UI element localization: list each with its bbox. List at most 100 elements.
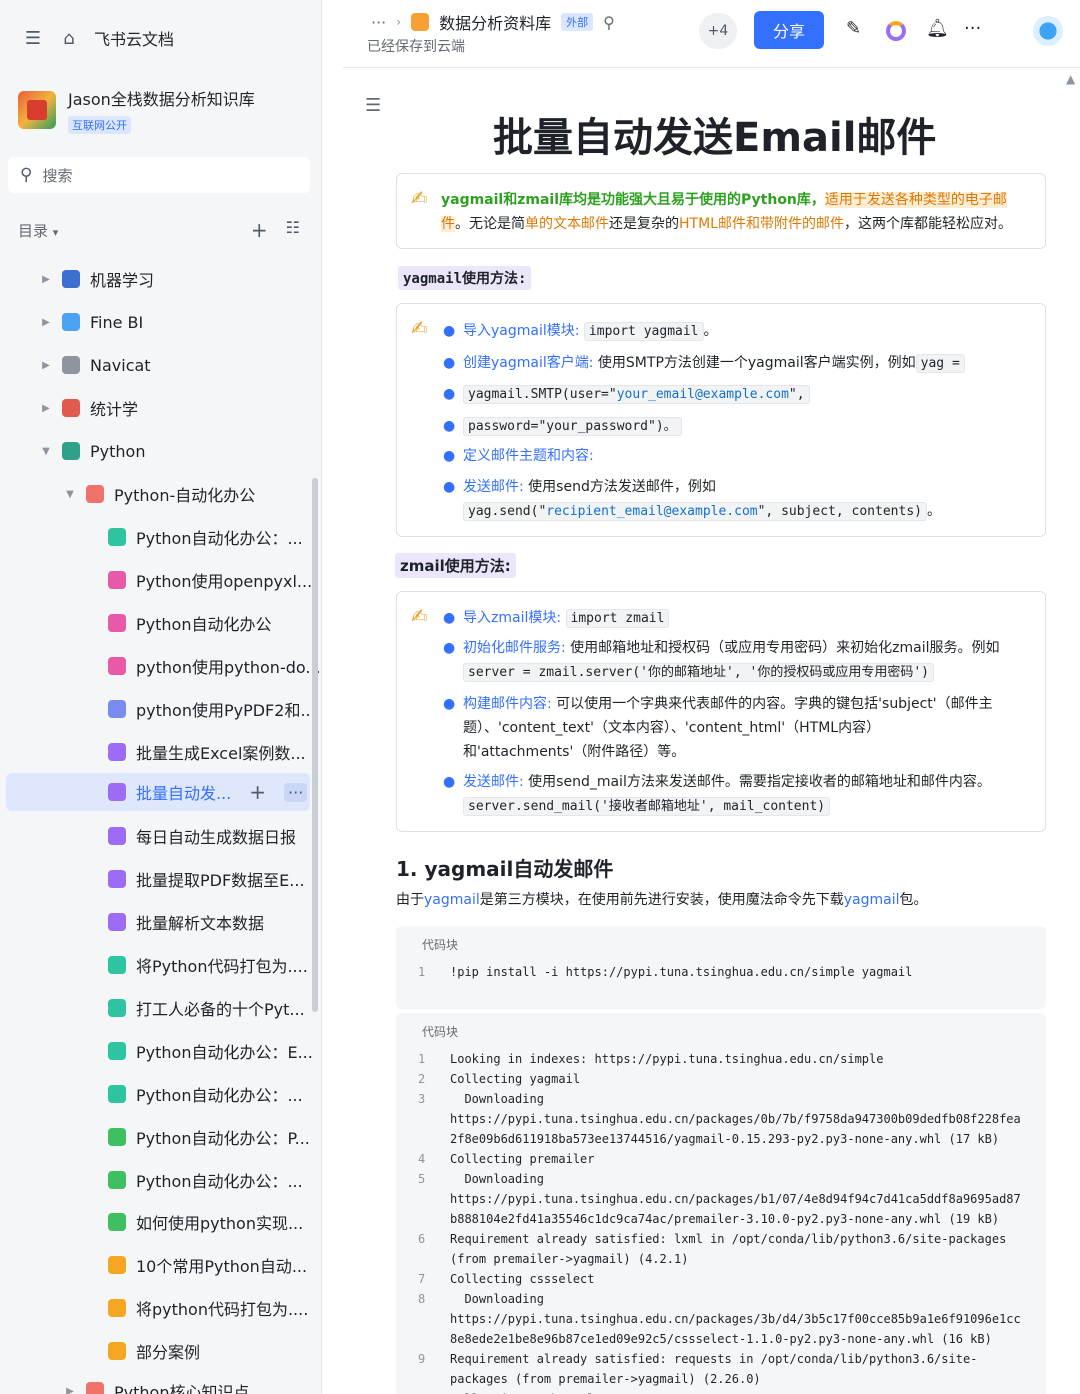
more-icon[interactable]: ··· bbox=[964, 18, 981, 39]
sidebar-item[interactable]: ▶ Navicat bbox=[40, 346, 150, 384]
code-string: recipient_email@example.com bbox=[546, 504, 758, 519]
sidebar-item-label: python使用PyPDF2和... bbox=[136, 701, 316, 720]
sidebar-item[interactable]: Python自动化办公：... bbox=[86, 1161, 303, 1199]
callout-intro[interactable]: ✍ yagmail和zmail库均是功能强大且易于使用的Python库，适用于发… bbox=[396, 173, 1046, 249]
list-item: ● 发送邮件: 使用send_mail方法来发送邮件。需要指定接收者的邮箱地址和邮… bbox=[443, 774, 991, 790]
sidebar-item[interactable]: 部分案例 bbox=[86, 1332, 200, 1370]
sidebar-item[interactable]: ▶ 统计学 bbox=[40, 389, 138, 427]
search-input[interactable]: ⚲ 搜索 bbox=[8, 157, 310, 193]
chevron-right-icon[interactable]: ▶ bbox=[40, 274, 52, 285]
sidebar-item[interactable]: python使用python-do... bbox=[86, 647, 321, 685]
sidebar-item[interactable]: python使用PyPDF2和... bbox=[86, 690, 316, 728]
sidebar-item[interactable]: 10个常用Python自动... bbox=[86, 1246, 307, 1284]
line-number: 9 bbox=[418, 1352, 426, 1366]
list-view-icon[interactable]: ☷ bbox=[286, 218, 300, 242]
chevron-right-icon[interactable]: ▶ bbox=[64, 1386, 76, 1394]
breadcrumb-doc-name[interactable]: 数据分析资料库 bbox=[439, 10, 551, 34]
line-number: 1 bbox=[418, 1052, 426, 1066]
sidebar-item[interactable]: 每日自动生成数据日报 bbox=[86, 817, 296, 855]
sidebar-item-label: python使用python-do... bbox=[136, 658, 321, 677]
line-number: 8 bbox=[418, 1292, 426, 1306]
sidebar-item[interactable]: Python自动化办公：... bbox=[86, 1075, 303, 1113]
breadcrumb-more[interactable]: ··· bbox=[371, 13, 386, 32]
inline-code: yag = bbox=[915, 354, 965, 373]
toc-dropdown[interactable]: 目录 ▾ bbox=[18, 220, 58, 241]
callout-yagmail[interactable]: ✍ ● 导入yagmail模块: import yagmail。 ● 创建yagma… bbox=[396, 303, 1046, 537]
bullet-key: 构建邮件内容: bbox=[463, 696, 552, 712]
share-button[interactable]: 分享 bbox=[754, 11, 824, 49]
code-text: packages (from premailer->yagmail) (2.26… bbox=[450, 1372, 761, 1386]
right-gutter bbox=[1063, 69, 1080, 1394]
bell-icon[interactable]: 🔔︎ bbox=[926, 18, 949, 39]
sidebar-scrollbar[interactable] bbox=[312, 478, 318, 1012]
doc-icon bbox=[108, 657, 126, 675]
toc-header: 目录 ▾ + ☷ bbox=[18, 218, 300, 242]
sidebar-item[interactable]: Python使用openpyxl... bbox=[86, 561, 312, 599]
sidebar-item[interactable]: Python自动化办公：P... bbox=[86, 1118, 310, 1156]
chevron-right-icon[interactable]: ▶ bbox=[40, 403, 52, 414]
add-icon[interactable]: + bbox=[251, 218, 268, 242]
list-item: ● 初始化邮件服务: 使用邮箱地址和授权码（或应用专用密码）来初始化zmail服务… bbox=[443, 640, 1000, 656]
yagmail-label[interactable]: yagmail使用方法: bbox=[398, 266, 532, 290]
scroll-up-icon[interactable]: ▲ bbox=[1066, 72, 1075, 86]
paragraph[interactable]: 由于yagmail是第三方模块，在使用前先进行安装，使用魔法命令先下载yagma… bbox=[396, 889, 928, 909]
callout-zmail[interactable]: ✍ ● 导入zmail模块: import zmail ● 初始化邮件服务: 使用邮… bbox=[396, 591, 1046, 832]
doc-icon bbox=[108, 870, 126, 888]
sidebar-item[interactable]: Python自动化办公 bbox=[86, 604, 271, 642]
page-title[interactable]: 批量自动发送Email邮件 bbox=[493, 105, 936, 163]
sidebar-item[interactable]: 批量解析文本数据 bbox=[86, 903, 264, 941]
pin-icon[interactable]: ⚲ bbox=[603, 13, 615, 32]
code-text: Looking in indexes: https://pypi.tuna.ts… bbox=[450, 1052, 884, 1066]
chevron-down-icon[interactable]: ▼ bbox=[64, 489, 76, 500]
sidebar-item[interactable]: 将python代码打包为.... bbox=[86, 1289, 308, 1327]
home-icon[interactable]: ⌂ bbox=[58, 27, 80, 49]
list-item-continuation: yag.send("recipient_email@example.com", … bbox=[463, 499, 941, 524]
code-block-install[interactable]: 代码块 1 !pip install -i https://pypi.tuna.t… bbox=[396, 926, 1046, 1009]
code-text: Downloading bbox=[450, 1092, 544, 1106]
doc-icon bbox=[108, 827, 126, 845]
sidebar-item[interactable]: 批量自动发... + ··· bbox=[6, 773, 310, 811]
sidebar-item[interactable]: Python自动化办公：... bbox=[86, 518, 303, 556]
chevron-right-icon[interactable]: ▶ bbox=[40, 360, 52, 371]
outline-icon[interactable]: ☰ bbox=[365, 95, 381, 116]
ai-assistant-icon[interactable] bbox=[886, 21, 906, 41]
doc-icon bbox=[62, 313, 80, 331]
sidebar-item[interactable]: 如何使用python实现... bbox=[86, 1203, 303, 1241]
sidebar-item[interactable]: 批量提取PDF数据至E... bbox=[86, 860, 305, 898]
chevron-right-icon[interactable]: ▶ bbox=[40, 317, 52, 328]
code-block-output[interactable]: 代码块 1 Looking in indexes: https://pypi.tu… bbox=[396, 1013, 1046, 1394]
inline-code: yag.send("recipient_email@example.com", … bbox=[463, 502, 927, 521]
avatar[interactable] bbox=[1033, 16, 1063, 46]
sidebar-item[interactable]: 批量生成Excel案例数... bbox=[86, 733, 306, 771]
sidebar-item[interactable]: ▶ 机器学习 bbox=[40, 260, 154, 298]
para-link: yagmail bbox=[424, 892, 480, 908]
knowledge-base-header[interactable]: Jason全栈数据分析知识库 互联网公开 bbox=[18, 86, 255, 134]
bullet-end: 。 bbox=[703, 323, 718, 339]
list-item: ● 构建邮件内容: 可以使用一个字典来代表邮件的内容。字典的键包括'subject… bbox=[443, 696, 993, 712]
collaborators-count[interactable]: +4 bbox=[699, 13, 737, 49]
knowledge-base-title: Jason全栈数据分析知识库 bbox=[68, 90, 255, 109]
collapse-sidebar-icon[interactable]: ☰ bbox=[22, 27, 44, 49]
sidebar-item[interactable]: ▼ Python-自动化办公 bbox=[64, 475, 255, 513]
sidebar-item[interactable]: 将Python代码打包为.... bbox=[86, 946, 308, 984]
sidebar-item[interactable]: Python自动化办公：E... bbox=[86, 1032, 313, 1070]
zmail-label[interactable]: zmail使用方法: bbox=[395, 553, 516, 578]
sidebar-item[interactable]: ▶ Python核心知识点 bbox=[64, 1372, 249, 1394]
sidebar-item[interactable]: ▶ Fine BI bbox=[40, 303, 143, 341]
chevron-down-icon[interactable]: ▼ bbox=[40, 446, 52, 457]
add-child-icon[interactable]: + bbox=[249, 780, 266, 804]
more-icon[interactable]: ··· bbox=[284, 782, 308, 802]
code-text: 8e8ede2e1be8e96b87ce1ed09e92c5/cssselect… bbox=[450, 1332, 992, 1346]
edit-icon[interactable]: ✎ bbox=[846, 18, 861, 39]
line-number: 7 bbox=[418, 1272, 426, 1286]
list-item-continuation: 和'attachments'（附件路径）等。 bbox=[463, 744, 686, 760]
line-number: 5 bbox=[418, 1172, 426, 1186]
sidebar-item[interactable]: 打工人必备的十个Pyt... bbox=[86, 989, 305, 1027]
sidebar-top-bar: ☰ ⌂ 飞书云文档 bbox=[22, 24, 174, 52]
section-heading[interactable]: 1. yagmail自动发邮件 bbox=[396, 853, 613, 882]
app-name[interactable]: 飞书云文档 bbox=[94, 26, 174, 50]
line-number: 6 bbox=[418, 1232, 426, 1246]
sidebar-item[interactable]: ▼ Python bbox=[40, 432, 145, 470]
doc-icon bbox=[86, 485, 104, 503]
list-item-continuation: 题）、'content_text'（文本内容）、'content_html'（H… bbox=[463, 720, 881, 736]
